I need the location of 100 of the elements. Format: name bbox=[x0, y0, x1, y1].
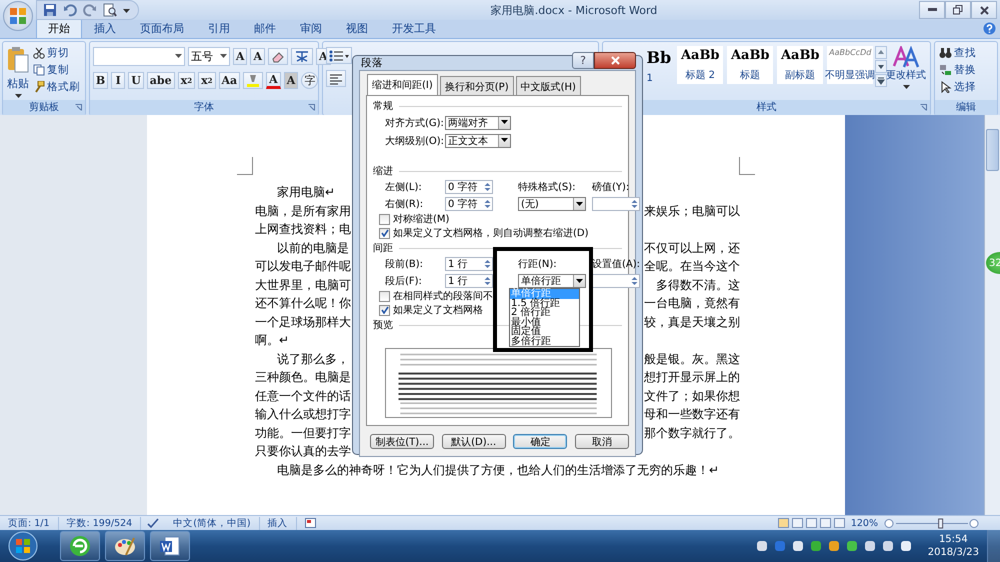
scrollbar[interactable] bbox=[984, 115, 1000, 515]
clear-format-button[interactable] bbox=[268, 48, 288, 65]
tray-icon[interactable] bbox=[882, 540, 894, 552]
spin-field[interactable]: 0 字符 bbox=[445, 197, 493, 211]
clock[interactable]: 15:54 2018/3/23 bbox=[928, 533, 979, 559]
dialog-tab[interactable]: 缩进和间距(I) bbox=[367, 74, 438, 96]
ribbon-tab[interactable]: 开发工具 bbox=[380, 18, 448, 38]
caret-icon[interactable] bbox=[576, 202, 583, 206]
proofing-icon[interactable] bbox=[147, 518, 160, 528]
paintbrush-icon[interactable] bbox=[33, 81, 45, 93]
style-item[interactable]: AaBb 标题 bbox=[727, 46, 774, 84]
dropdown[interactable]: (无) bbox=[518, 197, 586, 211]
view-mode-icon[interactable] bbox=[834, 518, 845, 528]
tray-icon[interactable] bbox=[900, 540, 912, 552]
dropdown-option[interactable]: 1.5 倍行距 bbox=[510, 298, 579, 308]
replace-icon[interactable] bbox=[939, 64, 952, 76]
help-button[interactable]: ? bbox=[572, 52, 594, 68]
clipboard-button[interactable]: 剪切 bbox=[33, 45, 80, 61]
dropdown[interactable]: 正文文本 bbox=[445, 134, 511, 148]
format-button[interactable]: U bbox=[128, 72, 144, 89]
checkbox[interactable] bbox=[379, 214, 390, 224]
undo-icon[interactable] bbox=[63, 3, 77, 17]
close-button[interactable] bbox=[594, 52, 636, 68]
ribbon-tab[interactable]: 邮件 bbox=[242, 18, 288, 38]
pointer-icon[interactable] bbox=[939, 81, 952, 93]
dialog-launcher-icon[interactable] bbox=[308, 104, 315, 111]
view-mode-icon[interactable] bbox=[806, 518, 817, 528]
dropdown-option[interactable]: 固定值 bbox=[510, 327, 579, 336]
format-button[interactable]: B bbox=[92, 72, 108, 89]
caret-icon[interactable] bbox=[220, 54, 227, 59]
caret-icon[interactable] bbox=[501, 138, 508, 143]
dialog-launcher-icon[interactable] bbox=[920, 104, 928, 111]
ribbon-tab[interactable]: 开始 bbox=[36, 18, 82, 38]
editing-button[interactable]: 选择 bbox=[939, 79, 976, 95]
clipboard-button[interactable]: 格式刷 bbox=[33, 79, 80, 95]
tray-icon[interactable] bbox=[810, 540, 822, 552]
ribbon-tab[interactable]: 审阅 bbox=[288, 18, 334, 38]
paste-button[interactable]: 粘贴 bbox=[7, 76, 29, 91]
spin-field[interactable] bbox=[592, 197, 640, 211]
font-size-field[interactable]: 五号 bbox=[188, 47, 230, 66]
spin-field[interactable] bbox=[592, 274, 640, 288]
caret-icon[interactable] bbox=[501, 120, 508, 125]
scroll-up-icon[interactable] bbox=[875, 46, 888, 59]
ribbon-tab[interactable]: 插入 bbox=[82, 18, 128, 38]
dialog-tab[interactable]: 换行和分页(P) bbox=[440, 76, 514, 96]
taskbar-button[interactable] bbox=[60, 531, 100, 561]
dialog-button[interactable]: 制表位(T)... bbox=[370, 434, 434, 449]
editing-button[interactable]: 替换 bbox=[939, 62, 976, 78]
spin-field[interactable]: 0 字符 bbox=[445, 180, 493, 194]
view-mode-icon[interactable] bbox=[820, 518, 831, 528]
minimize-button[interactable] bbox=[919, 1, 945, 19]
save-icon[interactable] bbox=[43, 3, 57, 17]
zoom-level[interactable]: 120% bbox=[850, 518, 878, 528]
align-left-button[interactable] bbox=[326, 70, 346, 87]
dialog-launcher-icon[interactable] bbox=[74, 104, 82, 111]
customize-caret-icon[interactable] bbox=[123, 6, 130, 14]
view-mode-icon[interactable] bbox=[792, 518, 803, 528]
tray-icon[interactable] bbox=[828, 540, 840, 552]
spinner-arrows-icon[interactable] bbox=[483, 198, 492, 210]
highlight-button[interactable] bbox=[243, 72, 264, 89]
dropdown[interactable]: 两端对齐 bbox=[445, 116, 511, 130]
spinner-arrows-icon[interactable] bbox=[630, 198, 639, 210]
clipboard-button[interactable]: 复制 bbox=[33, 62, 80, 78]
taskbar-button[interactable] bbox=[150, 531, 190, 561]
scissors-icon[interactable] bbox=[33, 47, 45, 59]
spinner-arrows-icon[interactable] bbox=[483, 258, 492, 270]
dropdown-list[interactable]: 单倍行距 1.5 倍行距 2 倍行距 最小值 固定值 多倍行距 bbox=[509, 288, 580, 347]
macro-icon[interactable] bbox=[304, 518, 316, 528]
dropdown-option[interactable]: 2 倍行距 bbox=[510, 308, 579, 318]
spinner-arrows-icon[interactable] bbox=[630, 275, 639, 287]
bullets-button[interactable] bbox=[326, 47, 352, 64]
format-button[interactable]: A bbox=[266, 72, 281, 89]
checkbox[interactable] bbox=[379, 290, 390, 302]
phonetic-guide-button[interactable] bbox=[290, 48, 313, 65]
change-styles-button[interactable]: 更改样式 bbox=[885, 42, 928, 100]
restore-button[interactable] bbox=[945, 1, 971, 19]
style-item[interactable]: Bb 1 bbox=[646, 48, 672, 100]
font-name-field[interactable] bbox=[92, 47, 185, 66]
copy-icon[interactable] bbox=[33, 64, 45, 76]
more-styles-icon[interactable] bbox=[875, 74, 888, 87]
format-button[interactable]: I bbox=[111, 72, 126, 89]
format-button[interactable]: abe bbox=[146, 72, 175, 89]
tray-icon[interactable] bbox=[864, 540, 876, 552]
format-button[interactable]: A bbox=[284, 72, 298, 89]
style-item[interactable]: AaBbCcDd 不明显强调 bbox=[827, 46, 874, 84]
caret-icon[interactable] bbox=[576, 278, 583, 284]
spin-field[interactable]: 1 行 bbox=[445, 274, 493, 288]
print-preview-icon[interactable] bbox=[103, 3, 117, 17]
format-button[interactable]: 字 bbox=[301, 72, 318, 89]
spinner-arrows-icon[interactable] bbox=[483, 181, 492, 193]
ribbon-tab[interactable]: 页面布局 bbox=[128, 18, 196, 38]
taskbar-button[interactable] bbox=[105, 531, 145, 561]
close-button[interactable] bbox=[971, 1, 997, 19]
dropdown-option[interactable]: 多倍行距 bbox=[510, 336, 579, 346]
ribbon-tab[interactable]: 视图 bbox=[334, 18, 380, 38]
checkbox[interactable] bbox=[379, 304, 390, 316]
start-button[interactable] bbox=[6, 531, 40, 561]
caret-icon[interactable] bbox=[174, 54, 182, 59]
dialog-button[interactable]: 默认(D)... bbox=[442, 434, 506, 449]
spin-field[interactable]: 1 行 bbox=[445, 257, 493, 271]
